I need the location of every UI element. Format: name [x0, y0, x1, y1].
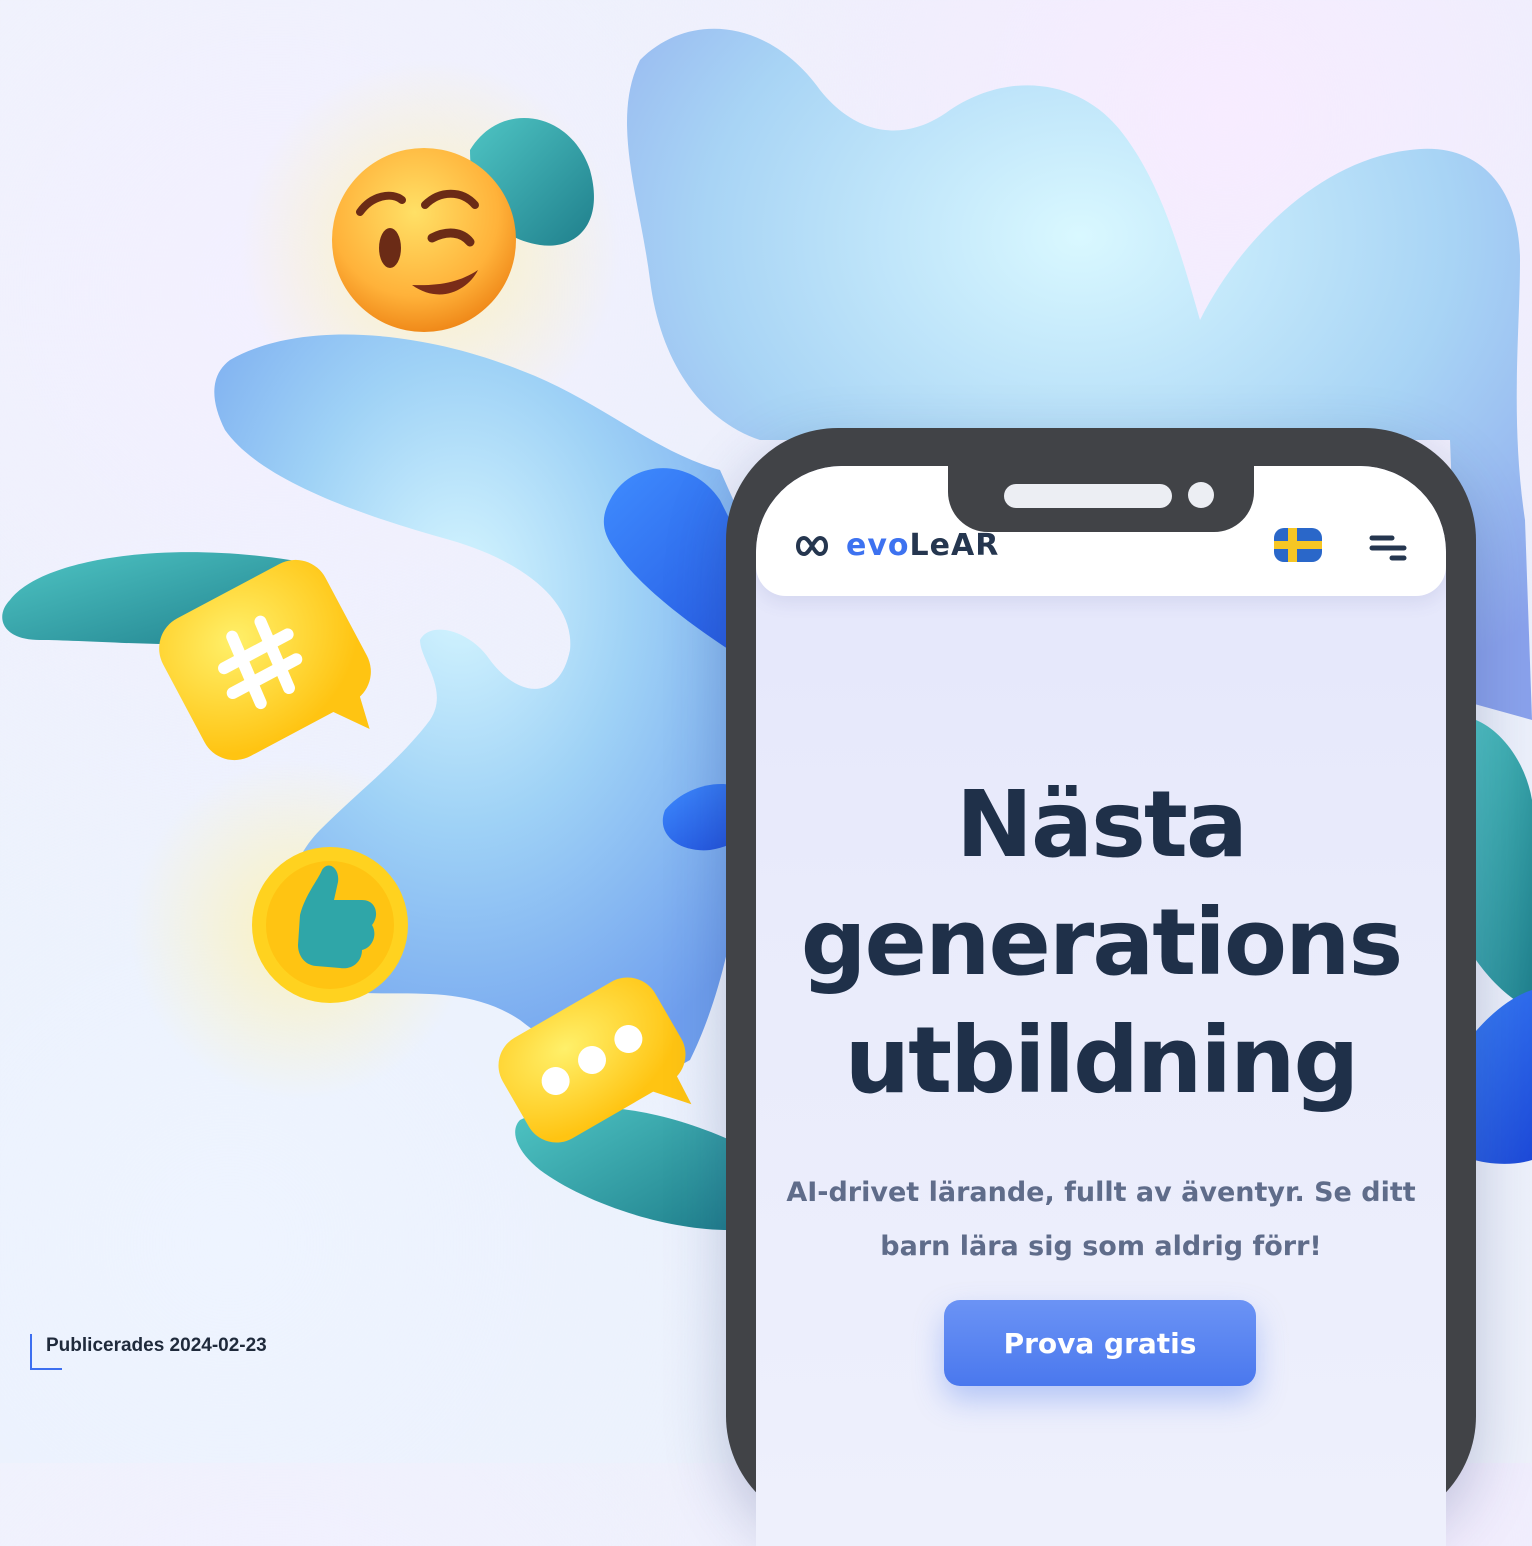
front-camera: [1188, 482, 1214, 508]
infinity-logo-icon: [796, 535, 828, 556]
published-date-label: Publicerades 2024-02-23: [46, 1335, 267, 1356]
phone-mockup: evoLeAR Nästa generations utbildning AI-dr…: [726, 428, 1476, 1546]
hero-subtitle: AI-drivet lärande, fullt av äventyr. Se …: [786, 1177, 1416, 1262]
menu-icon[interactable]: [1368, 532, 1408, 564]
wink-emoji-icon: [332, 148, 516, 332]
speaker-grille: [1004, 484, 1172, 508]
thumbs-up-icon: [252, 847, 408, 1003]
phone-screen: evoLeAR Nästa generations utbildning AI-dr…: [756, 466, 1446, 1546]
sweden-flag-icon[interactable]: [1274, 528, 1322, 562]
try-free-button[interactable]: Prova gratis: [944, 1300, 1256, 1386]
phone-notch: [948, 464, 1254, 532]
published-date: Publicerades 2024-02-23: [30, 1334, 267, 1370]
evolear-logo[interactable]: evoLeAR: [792, 528, 999, 563]
hero-title: Nästa generations utbildning: [800, 771, 1404, 1114]
logo-wordmark: evoLeAR: [846, 528, 1000, 563]
